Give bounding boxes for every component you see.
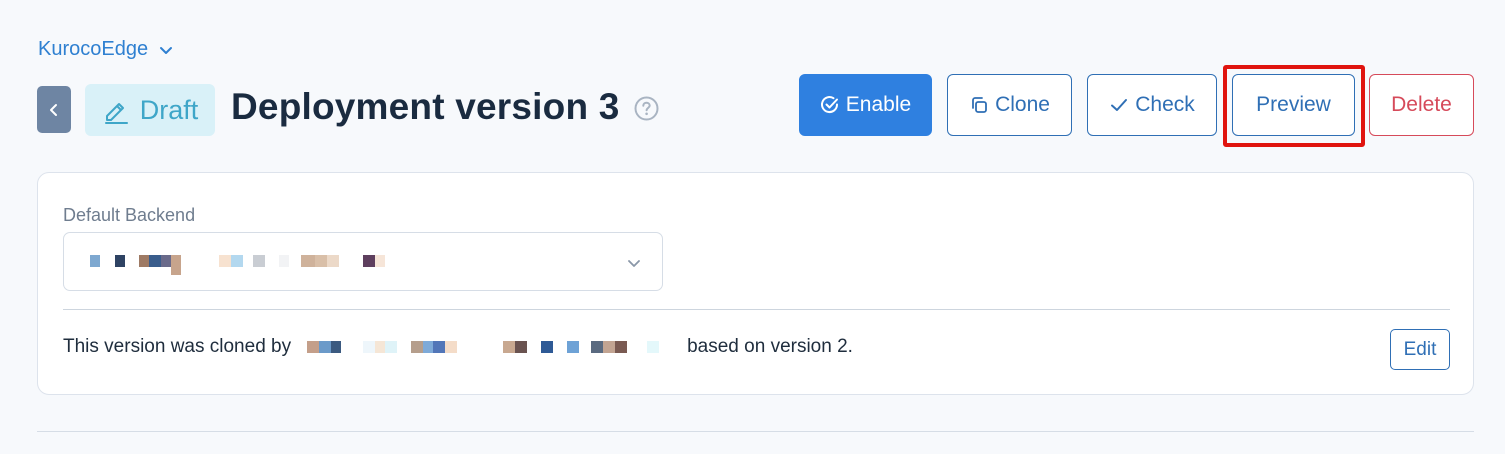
chevron-down-icon <box>628 260 640 267</box>
clone-author-redacted <box>307 337 683 357</box>
section-divider <box>37 431 1474 432</box>
copy-icon <box>972 97 987 113</box>
preview-label: Preview <box>1256 93 1331 116</box>
workspace-name: KurocoEdge <box>38 38 149 60</box>
deployment-details-card: Default Backend This version was cloned … <box>37 172 1474 395</box>
clone-info: This version was cloned by based on vers… <box>63 336 853 358</box>
enable-label: Enable <box>845 93 912 116</box>
status-label: Draft <box>139 94 199 125</box>
edit-label: Edit <box>1403 338 1437 360</box>
chevron-left-icon <box>50 103 57 116</box>
checkmark-icon <box>1111 99 1128 111</box>
back-button[interactable] <box>37 86 71 133</box>
pencil-icon <box>104 103 128 124</box>
clone-button[interactable]: Clone <box>947 74 1072 136</box>
question-circle-icon[interactable] <box>634 96 659 121</box>
default-backend-select[interactable] <box>63 232 663 291</box>
preview-button[interactable]: Preview <box>1232 74 1355 136</box>
default-backend-value-redacted <box>90 255 420 275</box>
clone-info-prefix: This version was cloned by <box>63 336 292 357</box>
divider <box>63 309 1450 310</box>
clone-info-suffix: based on version 2. <box>687 336 853 357</box>
workspace-switcher[interactable]: KurocoEdge <box>38 38 174 61</box>
page-title: Deployment version 3 <box>231 86 620 127</box>
edit-button[interactable]: Edit <box>1390 329 1450 370</box>
delete-label: Delete <box>1391 93 1452 116</box>
delete-button[interactable]: Delete <box>1369 74 1474 136</box>
status-badge: Draft <box>85 84 215 136</box>
chevron-down-icon <box>160 46 173 54</box>
clone-label: Clone <box>995 93 1050 116</box>
enable-button[interactable]: Enable <box>799 74 932 136</box>
check-circle-icon <box>820 96 838 113</box>
check-label: Check <box>1135 93 1195 116</box>
default-backend-label: Default Backend <box>63 205 196 225</box>
check-button[interactable]: Check <box>1087 74 1217 136</box>
deployment-page: KurocoEdge Draft Deployment version 3 En… <box>0 0 1505 454</box>
